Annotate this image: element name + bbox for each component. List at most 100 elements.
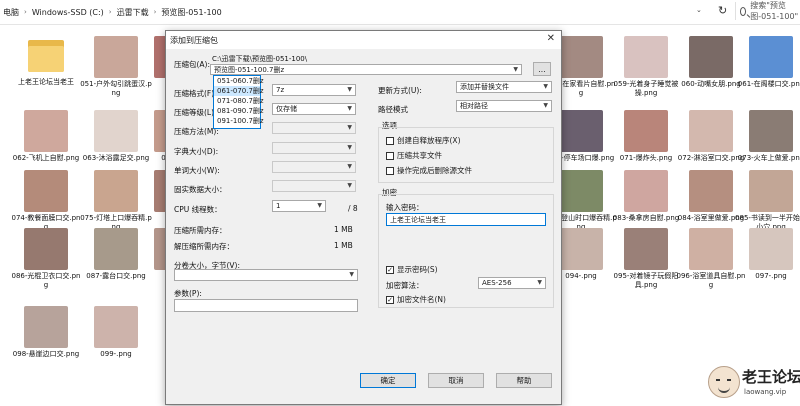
- dict-select[interactable]: ▼: [272, 142, 356, 154]
- archive-name-combo[interactable]: 预览图-051-100.7删z ▼: [210, 64, 522, 75]
- browse-button[interactable]: ...: [533, 62, 551, 76]
- file-name: 086-光棍卫衣口交.png: [11, 272, 81, 289]
- file-name: 099-.png: [100, 350, 132, 358]
- file-item[interactable]: 097-.png: [735, 228, 800, 281]
- file-item[interactable]: 059-光着身子睡觉被操.png: [610, 36, 682, 98]
- enc-method-label: 加密算法：: [386, 281, 424, 290]
- image-thumbnail: [749, 170, 793, 212]
- logo-title: 老王论坛: [742, 368, 800, 386]
- params-label: 参数(P):: [174, 289, 202, 298]
- show-password-checkbox[interactable]: ✓ 显示密码(S): [386, 264, 438, 275]
- cancel-button[interactable]: 取消: [428, 373, 484, 388]
- checkbox-box: [386, 151, 394, 160]
- chevron-down-icon: ▼: [317, 202, 322, 209]
- file-item[interactable]: 098-悬崖边口交.png: [10, 306, 82, 359]
- chevron-down-icon: ▼: [347, 86, 352, 93]
- archive-history-dropdown[interactable]: 051-060.7删z 061-070.7删z 071-080.7删z 081-…: [213, 75, 264, 129]
- history-item[interactable]: 051-060.7删z: [214, 76, 264, 86]
- dialog-title: 添加到压缩包: [170, 35, 218, 45]
- format-value: 7z: [276, 86, 285, 94]
- file-item[interactable]: 086-光棍卫衣口交.png: [10, 228, 82, 290]
- breadcrumb-item[interactable]: 电脑: [0, 7, 22, 18]
- level-select[interactable]: 仅存储 ▼: [272, 103, 356, 115]
- enc-method-select[interactable]: AES-256 ▼: [478, 277, 546, 289]
- help-button[interactable]: 帮助: [496, 373, 552, 388]
- image-thumbnail: [94, 306, 138, 348]
- path-select[interactable]: 相对路径 ▼: [456, 100, 552, 112]
- file-item[interactable]: 085-书读到一半开始撅小穴.png: [735, 170, 800, 232]
- search-icon: [740, 6, 747, 16]
- threads-select[interactable]: 1 ▼: [272, 200, 326, 212]
- chevron-right-icon: ›: [108, 8, 112, 16]
- file-item[interactable]: 062-飞机上自慰.png: [10, 110, 82, 163]
- image-thumbnail: [624, 170, 668, 212]
- history-item[interactable]: 071-080.7删z: [214, 96, 264, 106]
- path-label: 路径模式: [378, 105, 408, 114]
- dialog-titlebar[interactable]: 添加到压缩包 ✕: [166, 31, 561, 49]
- add-to-archive-dialog: 添加到压缩包 ✕ 压缩包(A): C:\迅雷下载\预览图-051-100\ 预览…: [165, 30, 562, 405]
- file-item[interactable]: 095-对着镜子玩假阳具.png: [610, 228, 682, 290]
- shared-checkbox[interactable]: 压缩共享文件: [386, 150, 442, 161]
- encrypt-names-checkbox[interactable]: ✓ 加密文件名(N): [386, 294, 446, 305]
- refresh-icon[interactable]: ↻: [718, 4, 727, 17]
- breadcrumb-item[interactable]: 迅雷下载: [114, 7, 152, 18]
- file-item[interactable]: 061-在阁楼口交.png: [735, 36, 800, 89]
- format-select[interactable]: 7z ▼: [272, 84, 356, 96]
- file-item[interactable]: 071-爆炸头.png: [610, 110, 682, 163]
- solid-select[interactable]: ▼: [272, 180, 356, 192]
- threads-label: CPU 线程数：: [174, 205, 222, 214]
- history-item[interactable]: 091-100.7删z: [214, 116, 264, 126]
- check-icon: ✓: [386, 265, 394, 274]
- show-password-label: 显示密码(S): [397, 265, 438, 274]
- image-thumbnail: [689, 110, 733, 152]
- split-select[interactable]: ▼: [174, 269, 358, 281]
- breadcrumb: 电脑 › Windows-SSD (C:) › 迅雷下载 › 预览图-051-1…: [0, 5, 690, 19]
- file-name: 083-桑拿房自慰.png: [612, 214, 680, 222]
- image-thumbnail: [24, 228, 68, 270]
- chevron-down-icon[interactable]: ⌄: [696, 6, 702, 14]
- params-input[interactable]: [174, 299, 358, 312]
- image-thumbnail: [559, 228, 603, 270]
- checkbox-box: [386, 136, 394, 145]
- image-thumbnail: [24, 110, 68, 152]
- image-thumbnail: [24, 306, 68, 348]
- dict-label: 字典大小(D):: [174, 147, 219, 156]
- close-icon[interactable]: ✕: [547, 33, 555, 44]
- image-thumbnail: [559, 170, 603, 212]
- sfx-checkbox[interactable]: 创建自释放程序(X): [386, 135, 461, 146]
- folder-item[interactable]: 上老王论坛当老王: [10, 36, 82, 87]
- ok-button[interactable]: 确定: [360, 373, 416, 388]
- image-thumbnail: [689, 36, 733, 78]
- solid-label: 固实数据大小：: [174, 185, 227, 194]
- history-item[interactable]: 081-090.7删z: [214, 106, 264, 116]
- file-item[interactable]: 074-教餐面膜口交.png: [10, 170, 82, 232]
- mem-decompress-label: 解压缩所需内存：: [174, 242, 234, 251]
- word-select[interactable]: ▼: [272, 161, 356, 173]
- breadcrumb-item[interactable]: 预览图-051-100: [158, 7, 224, 18]
- archive-path: C:\迅雷下载\预览图-051-100\: [212, 55, 308, 63]
- delete-checkbox[interactable]: 操作完成后删除源文件: [386, 165, 472, 176]
- file-name: 059-光着身子睡觉被操.png: [613, 80, 679, 97]
- file-name: 062-飞机上自慰.png: [12, 154, 80, 162]
- history-item[interactable]: 061-070.7删z: [214, 86, 264, 96]
- method-select[interactable]: ▼: [272, 122, 356, 134]
- file-name: 097-.png: [755, 272, 787, 280]
- image-thumbnail: [624, 110, 668, 152]
- file-item[interactable]: 099-.png: [80, 306, 152, 359]
- chevron-down-icon: ▼: [347, 105, 352, 112]
- image-thumbnail: [624, 36, 668, 78]
- breadcrumb-item[interactable]: Windows-SSD (C:): [29, 8, 107, 17]
- search-input[interactable]: 搜索"预览图-051-100": [735, 1, 800, 21]
- file-item[interactable]: 083-桑拿房自慰.png: [610, 170, 682, 223]
- image-thumbnail: [94, 170, 138, 212]
- delete-label: 操作完成后删除源文件: [397, 166, 472, 175]
- update-select[interactable]: 添加并替换文件 ▼: [456, 81, 552, 93]
- image-thumbnail: [559, 110, 603, 152]
- threads-max: / 8: [348, 204, 358, 213]
- update-value: 添加并替换文件: [460, 83, 509, 91]
- file-item[interactable]: 073-火车上做爱.png: [735, 110, 800, 163]
- password-input[interactable]: 上老王论坛当老王: [386, 213, 546, 226]
- folder-icon: [26, 36, 66, 76]
- chevron-down-icon: ▼: [537, 279, 542, 286]
- address-bar[interactable]: 电脑 › Windows-SSD (C:) › 迅雷下载 › 预览图-051-1…: [0, 0, 800, 25]
